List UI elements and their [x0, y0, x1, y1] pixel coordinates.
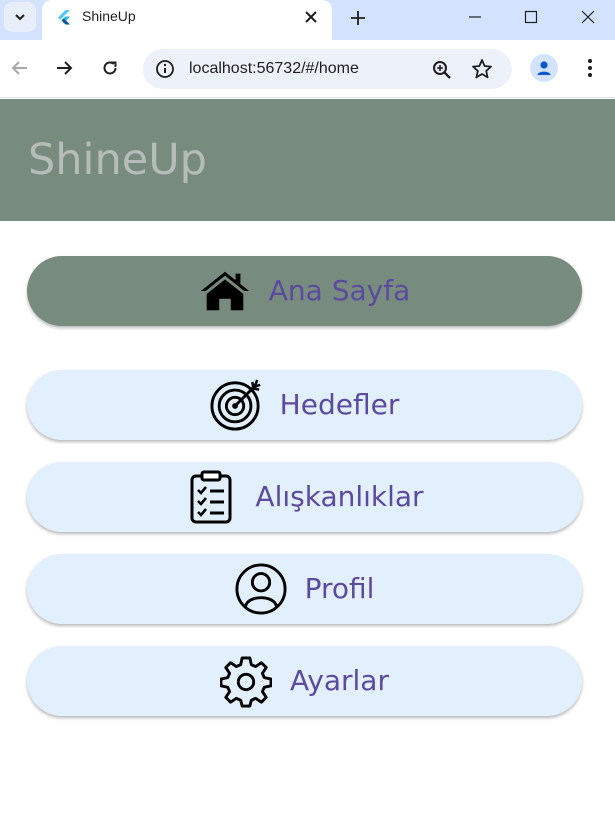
url-text[interactable]: localhost:56732/#/home	[189, 60, 359, 78]
plus-icon	[351, 11, 365, 25]
more-vertical-icon	[588, 59, 592, 77]
close-icon	[305, 11, 317, 23]
browser-tabstrip: ShineUp	[0, 0, 615, 40]
window-close-button[interactable]	[568, 2, 608, 32]
zoom-icon[interactable]	[431, 59, 453, 81]
menu-button-goals[interactable]: Hedefler	[27, 370, 582, 440]
arrow-right-icon	[57, 61, 73, 75]
back-button[interactable]	[6, 54, 34, 82]
browser-menu-button[interactable]	[578, 54, 602, 82]
new-tab-button[interactable]	[345, 5, 371, 31]
tab-close-button[interactable]	[300, 6, 322, 28]
forward-button[interactable]	[50, 54, 78, 82]
minimize-icon	[469, 16, 481, 18]
browser-tab-active[interactable]: ShineUp	[42, 0, 332, 40]
tab-title: ShineUp	[82, 8, 136, 24]
info-icon[interactable]	[155, 59, 175, 79]
profile-button[interactable]	[530, 54, 558, 82]
flutter-icon	[58, 10, 70, 25]
tab-search-button[interactable]	[4, 2, 36, 32]
star-icon[interactable]	[471, 58, 493, 80]
menu-button-habits[interactable]: Alışkanlıklar	[27, 462, 582, 532]
menu-label: Ayarlar	[290, 664, 389, 697]
close-icon	[581, 10, 595, 24]
menu-button-home[interactable]: Ana Sayfa	[27, 256, 582, 326]
target-icon	[210, 379, 262, 431]
menu-button-profile[interactable]: Profil	[27, 554, 582, 624]
menu-label: Profil	[304, 572, 375, 605]
app-title: ShineUp	[28, 135, 207, 185]
chevron-down-icon	[15, 14, 25, 21]
arrow-left-icon	[11, 61, 27, 75]
address-bar[interactable]: localhost:56732/#/home	[143, 49, 512, 89]
app-bar: ShineUp	[0, 99, 615, 221]
user-circle-icon	[235, 563, 287, 615]
menu-label: Ana Sayfa	[268, 274, 411, 307]
clipboard-checklist-icon	[185, 470, 237, 524]
maximize-button[interactable]	[511, 2, 551, 32]
home-icon	[199, 265, 251, 317]
reload-icon	[103, 61, 117, 75]
browser-toolbar: localhost:56732/#/home	[0, 40, 615, 98]
maximize-icon	[524, 10, 538, 24]
menu-label: Alışkanlıklar	[255, 480, 424, 513]
minimize-button[interactable]	[455, 2, 495, 32]
reload-button[interactable]	[96, 54, 124, 82]
gear-icon	[220, 655, 273, 708]
account-icon	[537, 61, 551, 75]
menu-label: Hedefler	[279, 388, 400, 421]
menu-button-settings[interactable]: Ayarlar	[27, 646, 582, 716]
